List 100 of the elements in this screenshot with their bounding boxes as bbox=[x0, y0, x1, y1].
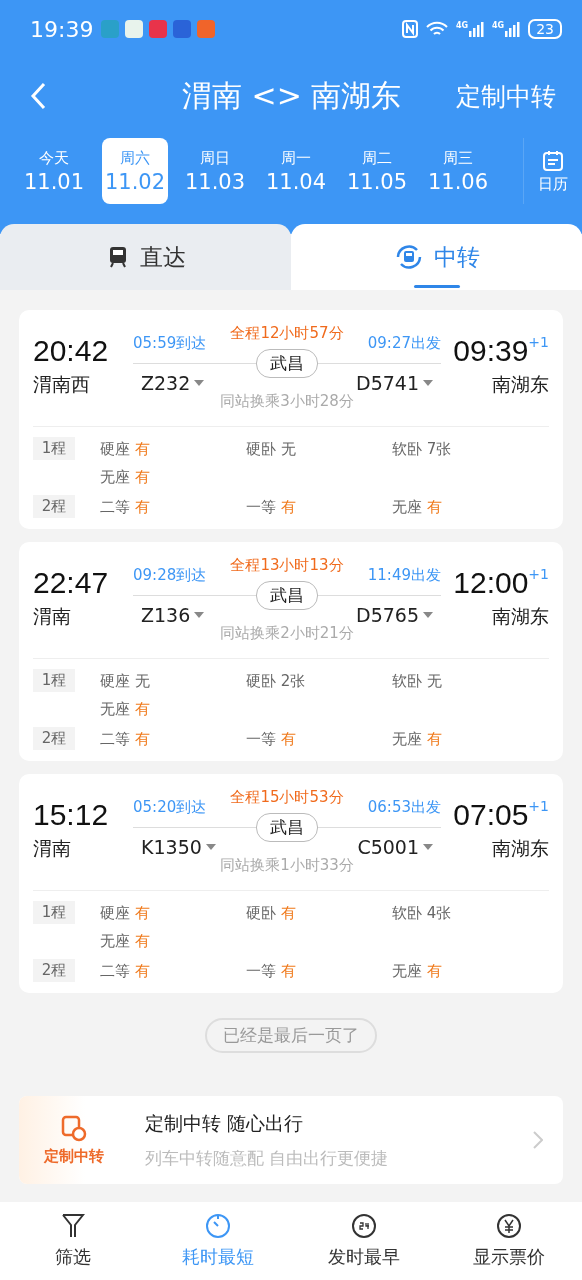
depart-time: 09:27出发 bbox=[367, 334, 441, 353]
custom-transfer-icon bbox=[60, 1114, 88, 1143]
mode-tab[interactable]: 直达 bbox=[0, 224, 291, 290]
depart-time: 22:47 bbox=[33, 566, 110, 600]
nfc-icon bbox=[401, 20, 418, 38]
arrive-time: 05:59到达 bbox=[133, 334, 207, 353]
app-icon bbox=[125, 20, 144, 38]
leg-label: 1程 bbox=[33, 669, 75, 692]
sort-tab[interactable]: 显示票价 bbox=[436, 1202, 582, 1280]
transfer-note: 同站换乘2小时21分 bbox=[220, 624, 354, 643]
train-number[interactable]: D5741 bbox=[356, 372, 433, 394]
transfer-station: 武昌 bbox=[256, 813, 318, 842]
seat-availability: 硬座 无 bbox=[100, 671, 151, 692]
arrive-time: 05:20到达 bbox=[133, 798, 207, 817]
arrive-station: 南湖东 bbox=[492, 372, 549, 397]
seat-availability: 一等 有 bbox=[246, 961, 297, 982]
train-number[interactable]: D5765 bbox=[356, 604, 433, 626]
promo-badge-label: 定制中转 bbox=[44, 1146, 104, 1166]
transfer-station: 武昌 bbox=[256, 349, 318, 378]
leg-label: 2程 bbox=[33, 727, 75, 750]
depart-station: 渭南西 bbox=[33, 372, 91, 397]
mode-tab[interactable]: 中转 bbox=[291, 224, 582, 290]
seat-availability: 硬卧 2张 bbox=[246, 671, 307, 692]
arrive-station: 南湖东 bbox=[492, 604, 549, 629]
filter-icon bbox=[60, 1213, 85, 1239]
depart-time: 11:49出发 bbox=[367, 566, 441, 585]
route-title: 渭南 <> 南湖东 bbox=[182, 76, 402, 115]
next-day-mark: +1 bbox=[528, 798, 549, 814]
network-label: 4G bbox=[455, 21, 469, 30]
signal-icon bbox=[468, 21, 485, 37]
train-number[interactable]: C5001 bbox=[357, 836, 433, 858]
transfer-note: 同站换乘1小时33分 bbox=[220, 856, 354, 875]
seat-availability: 硬座 有 bbox=[100, 903, 151, 924]
seat-availability: 无座 有 bbox=[100, 467, 151, 488]
total-duration: 全程15小时53分 bbox=[230, 788, 344, 807]
total-duration: 全程12小时57分 bbox=[230, 324, 344, 343]
caret-icon bbox=[194, 612, 205, 618]
network-label: 4G bbox=[492, 21, 505, 30]
seat-availability: 软卧 7张 bbox=[392, 439, 453, 460]
leg-label: 2程 bbox=[33, 495, 75, 518]
seat-availability: 二等 有 bbox=[100, 961, 151, 982]
caret-icon bbox=[423, 380, 433, 386]
seat-availability: 无座 有 bbox=[392, 961, 443, 982]
promo-title: 定制中转 随心出行 bbox=[145, 1110, 305, 1136]
seat-availability: 无座 有 bbox=[100, 699, 151, 720]
transfer-station: 武昌 bbox=[256, 581, 318, 610]
clock-24-icon bbox=[350, 1213, 377, 1239]
seat-availability: 一等 有 bbox=[246, 497, 297, 518]
caret-icon bbox=[423, 612, 433, 618]
status-time: 19:39 bbox=[30, 16, 94, 42]
seat-availability: 硬卧 无 bbox=[246, 439, 297, 460]
seat-availability: 二等 有 bbox=[100, 729, 151, 750]
seat-availability: 二等 有 bbox=[100, 497, 151, 518]
seat-availability: 无座 有 bbox=[392, 497, 443, 518]
depart-time: 15:12 bbox=[33, 798, 110, 832]
depart-time: 20:42 bbox=[33, 334, 110, 368]
app-icon bbox=[173, 20, 192, 38]
app-icon bbox=[197, 20, 216, 38]
arrive-time: 09:28到达 bbox=[133, 566, 207, 585]
transfer-note: 同站换乘3小时28分 bbox=[220, 392, 354, 411]
train-number[interactable]: K1350 bbox=[141, 836, 216, 858]
caret-icon bbox=[423, 844, 433, 850]
depart-station: 渭南 bbox=[33, 836, 72, 861]
arrive-time: 07:05 bbox=[453, 798, 529, 832]
arrive-time: 09:39 bbox=[453, 334, 529, 368]
depart-time: 06:53出发 bbox=[367, 798, 441, 817]
caret-icon bbox=[194, 380, 205, 386]
arrive-station: 南湖东 bbox=[492, 836, 549, 861]
app-icon bbox=[149, 20, 168, 38]
promo-banner[interactable]: 定制中转 定制中转 随心出行 列车中转随意配 自由出行更便捷 bbox=[19, 1096, 563, 1184]
chevron-right-icon bbox=[533, 1131, 543, 1149]
end-of-list-note: 已经是最后一页了 bbox=[205, 1018, 377, 1053]
arrive-time: 12:00 bbox=[453, 566, 529, 600]
seat-availability: 硬座 有 bbox=[100, 439, 151, 460]
seat-availability: 硬卧 有 bbox=[246, 903, 297, 924]
seat-availability: 软卧 无 bbox=[392, 671, 443, 692]
seat-availability: 无座 有 bbox=[100, 931, 151, 952]
app-icon bbox=[101, 20, 120, 38]
timer-icon bbox=[205, 1213, 232, 1239]
battery-indicator: 23 bbox=[528, 19, 562, 39]
seat-availability: 无座 有 bbox=[392, 729, 443, 750]
total-duration: 全程13小时13分 bbox=[230, 556, 344, 575]
promo-subtitle: 列车中转随意配 自由出行更便捷 bbox=[145, 1146, 390, 1170]
seat-availability: 软卧 4张 bbox=[392, 903, 453, 924]
leg-label: 1程 bbox=[33, 901, 75, 924]
train-number[interactable]: Z136 bbox=[141, 604, 205, 626]
sort-tab[interactable]: 发时最早 bbox=[291, 1202, 437, 1280]
caret-icon bbox=[205, 844, 216, 850]
depart-station: 渭南 bbox=[33, 604, 72, 629]
wifi-icon bbox=[425, 21, 448, 37]
leg-label: 2程 bbox=[33, 959, 75, 982]
train-number[interactable]: Z232 bbox=[141, 372, 205, 394]
calendar-icon bbox=[541, 148, 565, 173]
seat-availability: 一等 有 bbox=[246, 729, 297, 750]
sort-tab[interactable]: 筛选 bbox=[0, 1202, 146, 1280]
yen-icon bbox=[496, 1213, 523, 1239]
next-day-mark: +1 bbox=[528, 566, 549, 582]
signal-icon bbox=[504, 21, 521, 37]
back-icon[interactable] bbox=[30, 82, 46, 110]
next-day-mark: +1 bbox=[528, 334, 549, 350]
